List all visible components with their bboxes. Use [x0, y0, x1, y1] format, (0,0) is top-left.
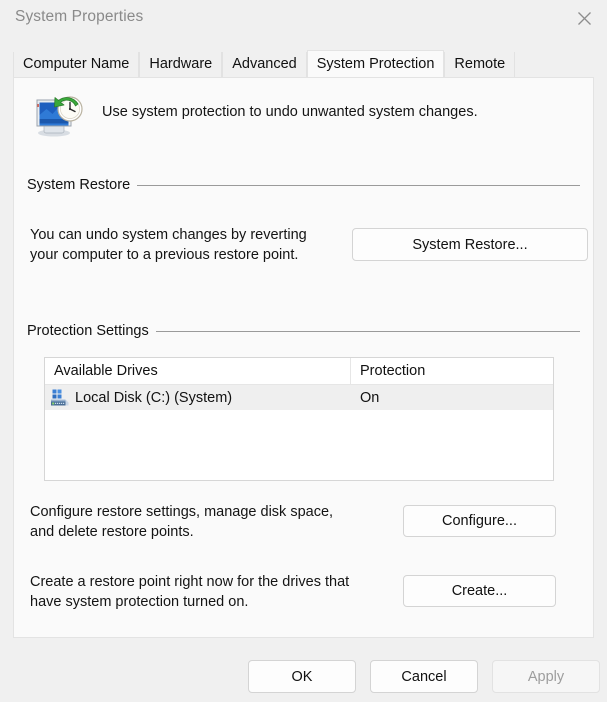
- group-protection-settings-label: Protection Settings: [27, 323, 149, 339]
- system-restore-button[interactable]: System Restore...: [352, 228, 588, 261]
- title-bar: System Properties: [0, 0, 607, 39]
- column-header-protection[interactable]: Protection: [351, 358, 553, 384]
- configure-button[interactable]: Configure...: [403, 505, 556, 537]
- close-button[interactable]: [561, 0, 607, 36]
- drive-label: Local Disk (C:) (System): [75, 389, 233, 406]
- ok-button[interactable]: OK: [248, 660, 356, 693]
- group-protection-settings-rule: [155, 330, 580, 332]
- tab-content-panel: Use system protection to undo unwanted s…: [13, 77, 594, 638]
- panel-header: Use system protection to undo unwanted s…: [28, 93, 478, 139]
- column-header-available-drives[interactable]: Available Drives: [45, 358, 351, 384]
- window-title: System Properties: [15, 8, 144, 25]
- hard-drive-icon: [51, 389, 69, 405]
- apply-button: Apply: [492, 660, 600, 693]
- cell-protection-status: On: [360, 389, 380, 406]
- system-restore-description: You can undo system changes by reverting…: [30, 227, 307, 263]
- cancel-button[interactable]: Cancel: [370, 660, 478, 693]
- list-header-row: Available Drives Protection: [45, 358, 553, 385]
- tab-system-protection[interactable]: System Protection: [306, 50, 445, 77]
- create-button[interactable]: Create...: [403, 575, 556, 607]
- panel-header-text: Use system protection to undo unwanted s…: [102, 104, 478, 120]
- dialog-footer: OK Cancel Apply: [0, 638, 607, 702]
- tab-hardware[interactable]: Hardware: [139, 52, 223, 77]
- group-system-restore-rule: [137, 184, 580, 186]
- group-system-restore-header: System Restore: [27, 177, 580, 193]
- configure-description: Configure restore settings, manage disk …: [30, 504, 334, 540]
- cell-drive-name: Local Disk (C:) (System): [45, 389, 351, 407]
- close-icon: [577, 11, 591, 25]
- group-system-restore-label: System Restore: [27, 177, 131, 193]
- create-description: Create a restore point right now for the…: [30, 574, 350, 610]
- available-drives-list[interactable]: Available Drives Protection Local Disk (…: [44, 357, 554, 481]
- table-row[interactable]: Local Disk (C:) (System) On: [45, 385, 553, 410]
- group-protection-settings-header: Protection Settings: [27, 323, 580, 339]
- tab-strip: Computer Name Hardware Advanced System P…: [13, 50, 516, 77]
- tab-computer-name[interactable]: Computer Name: [13, 52, 140, 77]
- tab-advanced[interactable]: Advanced: [222, 52, 307, 77]
- system-restore-icon: [36, 96, 83, 137]
- tab-remote[interactable]: Remote: [444, 52, 516, 77]
